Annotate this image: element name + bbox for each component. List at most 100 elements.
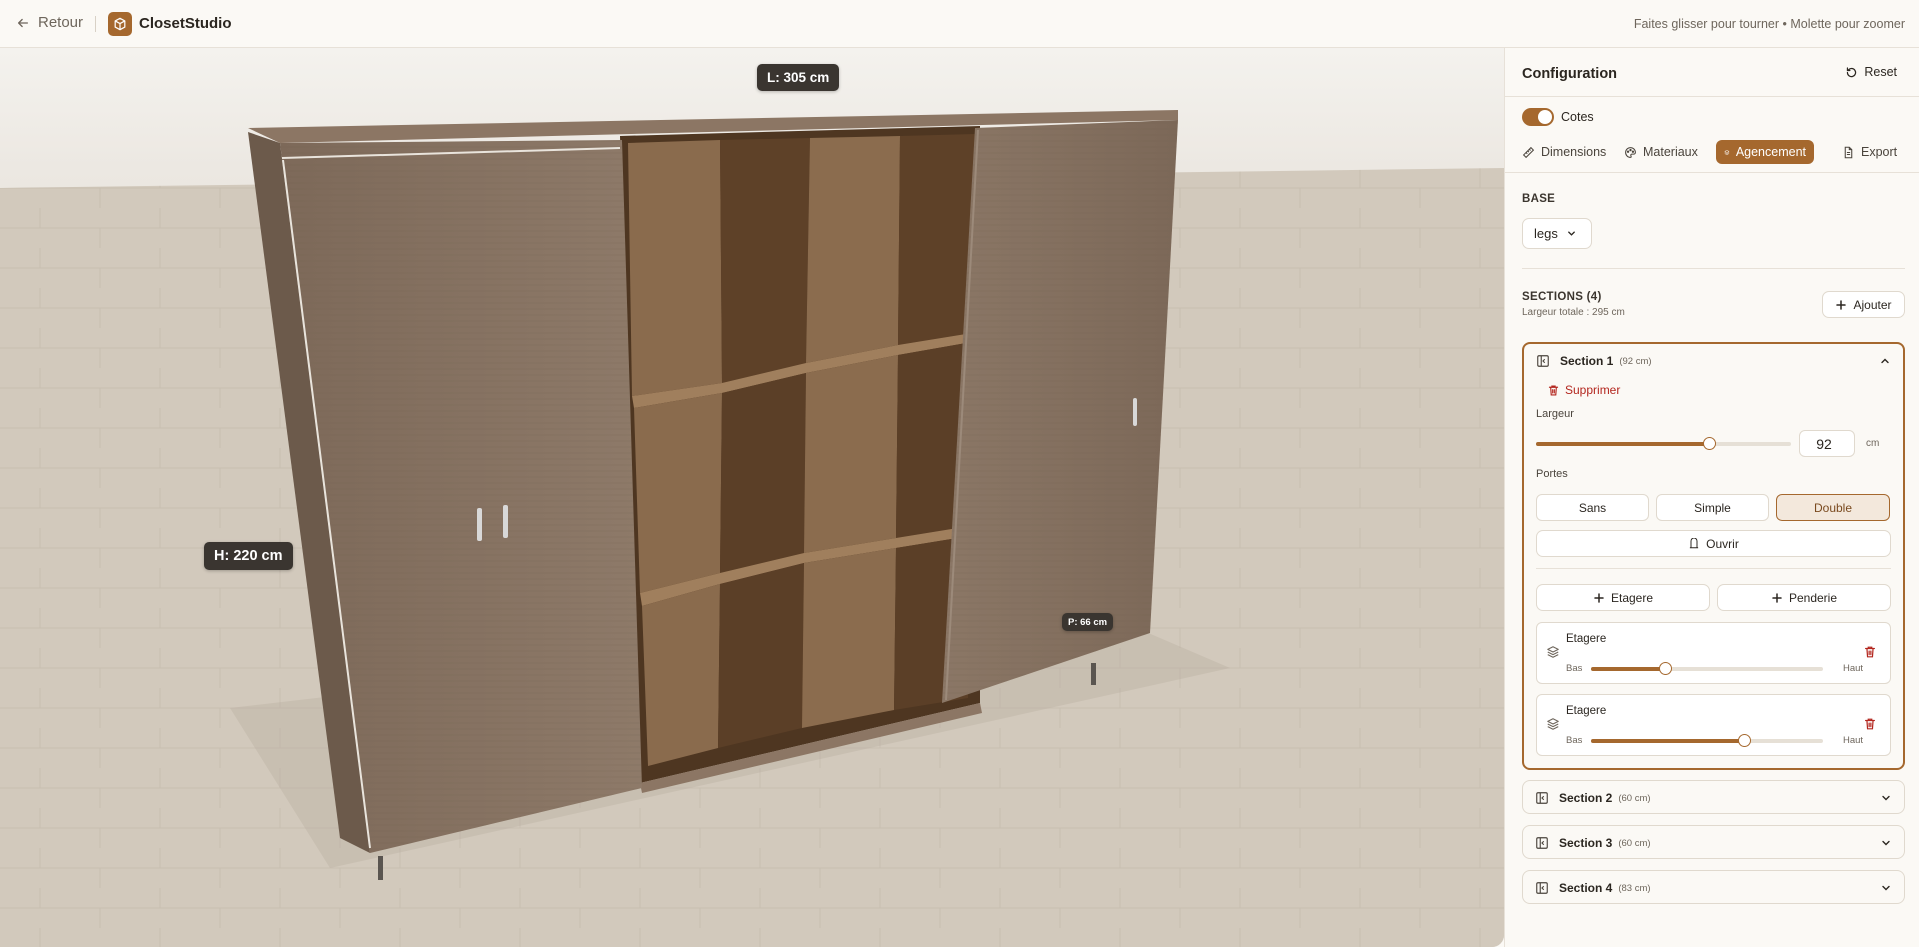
divider xyxy=(1505,96,1919,97)
add-shelf-button[interactable]: Etagere xyxy=(1536,584,1710,611)
base-label: BASE xyxy=(1522,193,1556,205)
width-slider[interactable] xyxy=(1536,437,1791,450)
sections-label: SECTIONS (4) xyxy=(1522,291,1602,303)
chevron-up-icon[interactable] xyxy=(1879,355,1891,367)
layers-icon xyxy=(1724,149,1730,155)
width-input[interactable]: 92 xyxy=(1799,430,1855,457)
slider-thumb[interactable] xyxy=(1703,437,1717,450)
section-icon xyxy=(1536,792,1548,804)
door-option-double[interactable]: Double xyxy=(1776,494,1890,521)
shelf-item: Etagere Bas Haut xyxy=(1536,694,1891,756)
tab-dimensions[interactable]: Dimensions xyxy=(1514,140,1614,164)
depth-dimension-label: P: 66 cm xyxy=(1062,613,1114,631)
slider-fill xyxy=(1591,667,1666,671)
compartment-side xyxy=(718,563,804,748)
chevron-down-icon[interactable] xyxy=(1880,882,1892,894)
shelf-title: Etagere xyxy=(1566,705,1607,717)
section-icon xyxy=(1536,882,1548,894)
door-handle xyxy=(1133,398,1137,426)
section-size: (60 cm) xyxy=(1618,837,1651,849)
compartment-side xyxy=(720,373,806,573)
add-rod-label: Penderie xyxy=(1788,590,1838,605)
app-name: ClosetStudio xyxy=(139,15,232,32)
compartment-back xyxy=(628,140,722,396)
open-label: Ouvrir xyxy=(1706,536,1739,551)
section-card-4[interactable]: Section 4 (83 cm) xyxy=(1522,870,1905,904)
layers-icon xyxy=(1547,646,1559,658)
trash-icon xyxy=(1548,384,1559,396)
width-dimension-label: L: 305 cm xyxy=(757,64,840,91)
file-icon xyxy=(1844,146,1853,158)
section-card-1: Section 1 (92 cm) Supprimer Largeur 92 c… xyxy=(1522,342,1905,770)
cube-icon xyxy=(114,17,126,31)
config-panel: Configuration Reset Cotes Dimensions Mat… xyxy=(1504,48,1919,947)
section-header[interactable]: Section 4 (83 cm) xyxy=(1535,871,1651,905)
chevron-down-icon[interactable] xyxy=(1880,792,1892,804)
height-dimension-label: H: 220 cm xyxy=(204,542,293,570)
base-select[interactable]: legs xyxy=(1522,218,1592,249)
open-doors-button[interactable]: Ouvrir xyxy=(1536,530,1891,557)
low-label: Bas xyxy=(1566,735,1583,746)
add-section-button[interactable]: Ajouter xyxy=(1822,291,1905,318)
compartment-back xyxy=(802,548,896,728)
shelf-height-slider[interactable] xyxy=(1591,734,1823,747)
ruler-icon xyxy=(1522,146,1535,158)
plus-icon xyxy=(1772,592,1782,603)
3d-viewport[interactable]: L: 305 cm H: 220 cm P: 66 cm xyxy=(0,48,1504,947)
palette-icon xyxy=(1625,146,1636,158)
compartment-side xyxy=(720,138,810,383)
doors-label: Portes xyxy=(1536,468,1568,480)
compartment-back xyxy=(634,393,722,593)
shelf-height-slider[interactable] xyxy=(1591,662,1823,675)
closet-scene xyxy=(0,110,1504,947)
divider xyxy=(1536,568,1891,569)
section-name: Section 3 xyxy=(1559,836,1613,850)
chevron-down-icon xyxy=(1567,231,1575,236)
trash-icon[interactable] xyxy=(1863,645,1877,659)
cabinet-leg xyxy=(1091,663,1096,685)
divider xyxy=(1505,172,1919,173)
slider-fill xyxy=(1591,739,1745,743)
section-name: Section 1 xyxy=(1560,354,1614,368)
add-rod-button[interactable]: Penderie xyxy=(1717,584,1891,611)
trash-icon[interactable] xyxy=(1863,717,1877,731)
high-label: Haut xyxy=(1843,735,1864,746)
section-card-3[interactable]: Section 3 (60 cm) xyxy=(1522,825,1905,859)
slider-thumb[interactable] xyxy=(1738,734,1752,747)
section-size: (92 cm) xyxy=(1619,355,1652,367)
section-header[interactable]: Section 3 (60 cm) xyxy=(1535,826,1651,860)
section-icon xyxy=(1537,355,1549,367)
section-card-2[interactable]: Section 2 (60 cm) xyxy=(1522,780,1905,814)
tab-materiaux[interactable]: Materiaux xyxy=(1616,140,1706,164)
section-header[interactable]: Section 2 (60 cm) xyxy=(1535,781,1651,815)
slider-fill xyxy=(1536,442,1710,446)
arrow-left-icon xyxy=(17,18,29,27)
cabinet-leg xyxy=(378,856,383,880)
add-shelf-label: Etagere xyxy=(1610,590,1654,605)
delete-section-button[interactable]: Supprimer xyxy=(1547,383,1620,397)
top-bar: Retour ClosetStudio Faites glisser pour … xyxy=(0,0,1919,48)
tab-export[interactable]: Export xyxy=(1834,140,1905,164)
reset-button[interactable]: Reset xyxy=(1845,65,1897,79)
slider-thumb[interactable] xyxy=(1659,662,1673,675)
compartment-back xyxy=(806,136,900,363)
section-name: Section 2 xyxy=(1559,791,1613,805)
section-header[interactable]: Section 1 (92 cm) xyxy=(1536,344,1652,378)
reset-label: Reset xyxy=(1864,65,1897,79)
section-icon xyxy=(1536,837,1548,849)
total-width: Largeur totale : 295 cm xyxy=(1522,307,1625,318)
add-section-label: Ajouter xyxy=(1853,297,1892,312)
door-option-sans[interactable]: Sans xyxy=(1536,494,1649,521)
right-door-grain xyxy=(942,120,1178,703)
door-handle xyxy=(503,505,508,538)
section-size: (83 cm) xyxy=(1618,882,1651,894)
chevron-down-icon[interactable] xyxy=(1880,837,1892,849)
back-button[interactable]: Retour xyxy=(16,14,83,31)
low-label: Bas xyxy=(1566,663,1583,674)
door-option-simple[interactable]: Simple xyxy=(1656,494,1769,521)
plus-icon xyxy=(1836,299,1847,310)
tab-label: Agencement xyxy=(1735,145,1806,159)
tab-label: Dimensions xyxy=(1541,145,1607,159)
dimensions-toggle[interactable] xyxy=(1522,108,1554,126)
tab-agencement[interactable]: Agencement xyxy=(1716,140,1814,164)
